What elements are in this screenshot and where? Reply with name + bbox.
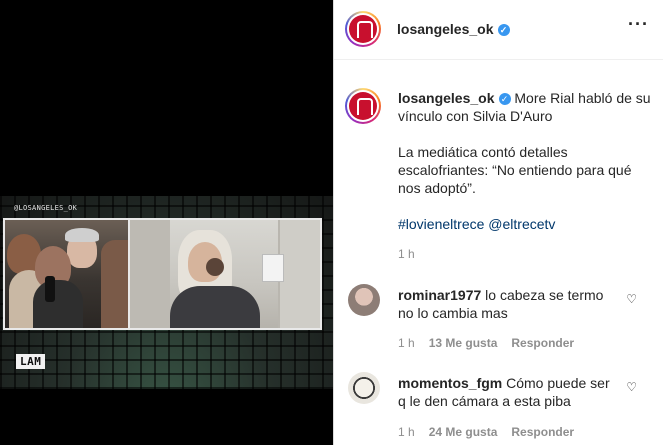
comment-username[interactable]: momentos_fgm [398,375,502,391]
verified-badge-icon: ✓ [497,24,510,36]
caption-username[interactable]: losangeles_ok [398,90,495,106]
comment: momentos_fgm Cómo puede ser q le den cám… [398,374,616,410]
commenter-avatar[interactable] [348,372,380,404]
instagram-post-view: @LOSANGELES_OK LAM losangeles_ok ✓ ··· l… [0,0,663,445]
commenter-avatar[interactable] [348,284,380,316]
header-username[interactable]: losangeles_ok ✓ [397,21,510,37]
post-caption: losangeles_ok ✓ More Rial habló de su vín… [398,89,654,263]
caption-timestamp[interactable]: 1 h [398,245,654,263]
lam-logo: LAM [16,354,46,369]
like-heart-icon[interactable]: ♡ [626,380,637,394]
caption-avatar[interactable] [345,88,381,124]
username-text[interactable]: losangeles_ok [397,21,494,37]
caption-line-2: La mediática contó detalles escalofriant… [398,144,632,196]
verified-badge-icon: ✓ [498,93,511,105]
losangeles-logo-icon [349,92,377,120]
comment-likes[interactable]: 24 Me gusta [429,425,498,439]
comment-meta: 1 h 13 Me gusta Responder [398,336,574,350]
post-media[interactable]: @LOSANGELES_OK LAM [0,0,333,445]
comment: rominar1977 lo cabeza se termo no lo cam… [398,286,616,322]
reply-button[interactable]: Responder [511,425,574,439]
comment-likes[interactable]: 13 Me gusta [429,336,498,350]
studio-panel-image [3,218,130,330]
like-heart-icon[interactable]: ♡ [626,292,637,306]
more-dots-icon[interactable]: ··· [628,15,649,33]
comment-time[interactable]: 1 h [398,425,415,439]
video-frame[interactable]: @LOSANGELES_OK LAM [0,196,333,389]
media-handle-watermark: @LOSANGELES_OK [14,204,78,212]
comment-username[interactable]: rominar1977 [398,287,481,303]
guest-panel-image [128,218,322,330]
post-sidebar: losangeles_ok ✓ ··· losangeles_ok ✓ More R… [333,0,663,445]
profile-avatar[interactable] [345,11,381,47]
mention-link[interactable]: @eltrecetv [488,216,555,232]
comment-meta: 1 h 24 Me gusta Responder [398,425,574,439]
post-header: losangeles_ok ✓ ··· [334,0,663,60]
hashtag-link[interactable]: #lovieneltrece [398,216,484,232]
losangeles-logo-icon [349,15,377,43]
reply-button[interactable]: Responder [511,336,574,350]
comment-time[interactable]: 1 h [398,336,415,350]
